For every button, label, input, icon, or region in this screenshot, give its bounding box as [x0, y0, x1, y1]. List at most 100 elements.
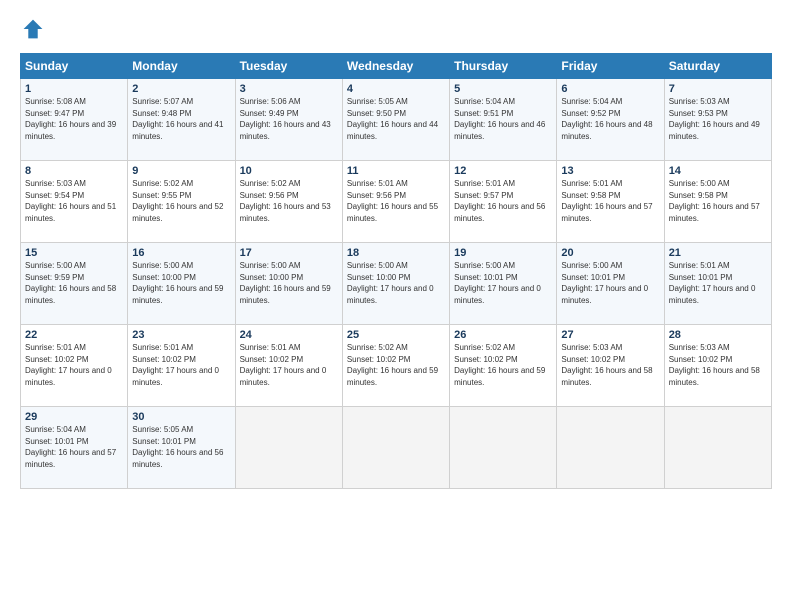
- day-number: 26: [454, 329, 552, 341]
- calendar-cell: 28 Sunrise: 5:03 AMSunset: 10:02 PMDaylig…: [664, 325, 771, 407]
- calendar-cell: 3 Sunrise: 5:06 AMSunset: 9:49 PMDaylight…: [235, 79, 342, 161]
- cell-info: Sunrise: 5:05 AMSunset: 10:01 PMDaylight…: [132, 425, 223, 469]
- header: [20, 18, 772, 45]
- calendar-cell: [557, 407, 664, 489]
- calendar-cell: 18 Sunrise: 5:00 AMSunset: 10:00 PMDaylig…: [342, 243, 449, 325]
- cell-info: Sunrise: 5:06 AMSunset: 9:49 PMDaylight:…: [240, 97, 331, 141]
- cell-info: Sunrise: 5:04 AMSunset: 9:51 PMDaylight:…: [454, 97, 545, 141]
- cell-info: Sunrise: 5:04 AMSunset: 10:01 PMDaylight…: [25, 425, 116, 469]
- day-number: 20: [561, 247, 659, 259]
- cell-info: Sunrise: 5:07 AMSunset: 9:48 PMDaylight:…: [132, 97, 223, 141]
- calendar-cell: [664, 407, 771, 489]
- day-number: 19: [454, 247, 552, 259]
- day-number: 13: [561, 165, 659, 177]
- day-number: 14: [669, 165, 767, 177]
- cell-info: Sunrise: 5:01 AMSunset: 9:57 PMDaylight:…: [454, 179, 545, 223]
- day-number: 6: [561, 83, 659, 95]
- calendar-cell: 25 Sunrise: 5:02 AMSunset: 10:02 PMDaylig…: [342, 325, 449, 407]
- header-row: SundayMondayTuesdayWednesdayThursdayFrid…: [21, 54, 772, 79]
- week-row-1: 1 Sunrise: 5:08 AMSunset: 9:47 PMDaylight…: [21, 79, 772, 161]
- calendar-cell: 17 Sunrise: 5:00 AMSunset: 10:00 PMDaylig…: [235, 243, 342, 325]
- cell-info: Sunrise: 5:00 AMSunset: 10:00 PMDaylight…: [240, 261, 331, 305]
- cell-info: Sunrise: 5:00 AMSunset: 9:58 PMDaylight:…: [669, 179, 760, 223]
- cell-info: Sunrise: 5:03 AMSunset: 10:02 PMDaylight…: [561, 343, 652, 387]
- day-number: 4: [347, 83, 445, 95]
- cell-info: Sunrise: 5:01 AMSunset: 10:02 PMDaylight…: [132, 343, 219, 387]
- day-number: 15: [25, 247, 123, 259]
- calendar-cell: 11Sunrise: 5:01 AMSunset: 9:56 PMDayligh…: [342, 161, 449, 243]
- calendar-cell: 22 Sunrise: 5:01 AMSunset: 10:02 PMDaylig…: [21, 325, 128, 407]
- day-number: 1: [25, 83, 123, 95]
- calendar-cell: 5Sunrise: 5:04 AMSunset: 9:51 PMDaylight…: [450, 79, 557, 161]
- day-number: 3: [240, 83, 338, 95]
- calendar-cell: [235, 407, 342, 489]
- calendar-cell: 8 Sunrise: 5:03 AMSunset: 9:54 PMDaylight…: [21, 161, 128, 243]
- cell-info: Sunrise: 5:01 AMSunset: 10:02 PMDaylight…: [240, 343, 327, 387]
- day-number: 23: [132, 329, 230, 341]
- day-number: 18: [347, 247, 445, 259]
- calendar-cell: 9Sunrise: 5:02 AMSunset: 9:55 PMDaylight…: [128, 161, 235, 243]
- day-number: 21: [669, 247, 767, 259]
- day-number: 8: [25, 165, 123, 177]
- cell-info: Sunrise: 5:03 AMSunset: 9:54 PMDaylight:…: [25, 179, 116, 223]
- col-header-sunday: Sunday: [21, 54, 128, 79]
- cell-info: Sunrise: 5:02 AMSunset: 10:02 PMDaylight…: [347, 343, 438, 387]
- calendar-cell: 21 Sunrise: 5:01 AMSunset: 10:01 PMDaylig…: [664, 243, 771, 325]
- col-header-friday: Friday: [557, 54, 664, 79]
- col-header-monday: Monday: [128, 54, 235, 79]
- day-number: 27: [561, 329, 659, 341]
- calendar-cell: 7 Sunrise: 5:03 AMSunset: 9:53 PMDaylight…: [664, 79, 771, 161]
- cell-info: Sunrise: 5:00 AMSunset: 9:59 PMDaylight:…: [25, 261, 116, 305]
- calendar-cell: 1 Sunrise: 5:08 AMSunset: 9:47 PMDaylight…: [21, 79, 128, 161]
- col-header-saturday: Saturday: [664, 54, 771, 79]
- week-row-2: 8 Sunrise: 5:03 AMSunset: 9:54 PMDaylight…: [21, 161, 772, 243]
- cell-info: Sunrise: 5:02 AMSunset: 9:55 PMDaylight:…: [132, 179, 223, 223]
- cell-info: Sunrise: 5:02 AMSunset: 10:02 PMDaylight…: [454, 343, 545, 387]
- calendar-cell: 29 Sunrise: 5:04 AMSunset: 10:01 PMDaylig…: [21, 407, 128, 489]
- cell-info: Sunrise: 5:00 AMSunset: 10:00 PMDaylight…: [132, 261, 223, 305]
- calendar-cell: [450, 407, 557, 489]
- calendar-cell: 24Sunrise: 5:01 AMSunset: 10:02 PMDaylig…: [235, 325, 342, 407]
- day-number: 28: [669, 329, 767, 341]
- calendar-cell: 6 Sunrise: 5:04 AMSunset: 9:52 PMDaylight…: [557, 79, 664, 161]
- cell-info: Sunrise: 5:01 AMSunset: 10:02 PMDaylight…: [25, 343, 112, 387]
- calendar-cell: 12 Sunrise: 5:01 AMSunset: 9:57 PMDayligh…: [450, 161, 557, 243]
- day-number: 22: [25, 329, 123, 341]
- day-number: 29: [25, 411, 123, 423]
- day-number: 12: [454, 165, 552, 177]
- page: SundayMondayTuesdayWednesdayThursdayFrid…: [0, 0, 792, 612]
- cell-info: Sunrise: 5:00 AMSunset: 10:00 PMDaylight…: [347, 261, 434, 305]
- day-number: 16: [132, 247, 230, 259]
- calendar-cell: 13 Sunrise: 5:01 AMSunset: 9:58 PMDayligh…: [557, 161, 664, 243]
- cell-info: Sunrise: 5:01 AMSunset: 9:58 PMDaylight:…: [561, 179, 652, 223]
- day-number: 30: [132, 411, 230, 423]
- cell-info: Sunrise: 5:03 AMSunset: 9:53 PMDaylight:…: [669, 97, 760, 141]
- day-number: 2: [132, 83, 230, 95]
- day-number: 17: [240, 247, 338, 259]
- col-header-thursday: Thursday: [450, 54, 557, 79]
- cell-info: Sunrise: 5:04 AMSunset: 9:52 PMDaylight:…: [561, 97, 652, 141]
- day-number: 7: [669, 83, 767, 95]
- day-number: 11: [347, 165, 445, 177]
- cell-info: Sunrise: 5:03 AMSunset: 10:02 PMDaylight…: [669, 343, 760, 387]
- logo: [20, 18, 44, 45]
- day-number: 25: [347, 329, 445, 341]
- cell-info: Sunrise: 5:01 AMSunset: 10:01 PMDaylight…: [669, 261, 756, 305]
- calendar-cell: 23 Sunrise: 5:01 AMSunset: 10:02 PMDaylig…: [128, 325, 235, 407]
- calendar-cell: 20 Sunrise: 5:00 AMSunset: 10:01 PMDaylig…: [557, 243, 664, 325]
- cell-info: Sunrise: 5:05 AMSunset: 9:50 PMDaylight:…: [347, 97, 438, 141]
- calendar-cell: 27 Sunrise: 5:03 AMSunset: 10:02 PMDaylig…: [557, 325, 664, 407]
- calendar-cell: [342, 407, 449, 489]
- cell-info: Sunrise: 5:08 AMSunset: 9:47 PMDaylight:…: [25, 97, 116, 141]
- day-number: 10: [240, 165, 338, 177]
- cell-info: Sunrise: 5:00 AMSunset: 10:01 PMDaylight…: [561, 261, 648, 305]
- calendar-cell: 2 Sunrise: 5:07 AMSunset: 9:48 PMDaylight…: [128, 79, 235, 161]
- col-header-wednesday: Wednesday: [342, 54, 449, 79]
- week-row-3: 15 Sunrise: 5:00 AMSunset: 9:59 PMDayligh…: [21, 243, 772, 325]
- cell-info: Sunrise: 5:02 AMSunset: 9:56 PMDaylight:…: [240, 179, 331, 223]
- calendar-table: SundayMondayTuesdayWednesdayThursdayFrid…: [20, 53, 772, 489]
- calendar-cell: 30 Sunrise: 5:05 AMSunset: 10:01 PMDaylig…: [128, 407, 235, 489]
- calendar-cell: 10 Sunrise: 5:02 AMSunset: 9:56 PMDayligh…: [235, 161, 342, 243]
- calendar-cell: 16 Sunrise: 5:00 AMSunset: 10:00 PMDaylig…: [128, 243, 235, 325]
- calendar-cell: 15 Sunrise: 5:00 AMSunset: 9:59 PMDayligh…: [21, 243, 128, 325]
